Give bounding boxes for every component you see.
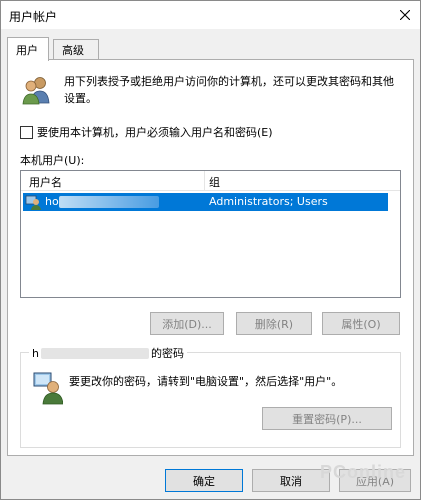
require-password-row[interactable]: 要使用本计算机，用户必须输入用户名和密码(E) — [20, 124, 273, 140]
user-accounts-dialog: 用户帐户 用户 高级 用下列表授予或拒绝用户访问你的计算机，还可以更改其密码和其… — [0, 0, 421, 500]
reset-password-button[interactable]: 重置密码(P)... — [262, 407, 392, 430]
users-icon — [22, 77, 50, 105]
redacted-blur — [58, 196, 159, 208]
password-group-legend: h 的密码 — [29, 345, 187, 361]
close-button[interactable] — [390, 1, 420, 29]
tab-advanced[interactable]: 高级 — [53, 39, 99, 59]
ok-button[interactable]: 确定 — [165, 469, 243, 492]
require-password-checkbox[interactable] — [20, 125, 33, 139]
list-header: 用户名 组 — [21, 171, 400, 191]
title-bar: 用户帐户 — [1, 1, 420, 29]
column-header-group[interactable]: 组 — [209, 174, 220, 190]
properties-button[interactable]: 属性(O) — [322, 312, 400, 335]
password-group: h 的密码 要更改你的密码，请转到"电脑设置"，然后选择"用户"。 重置密码(P… — [20, 345, 401, 448]
watermark: PConline — [319, 462, 406, 482]
user-account-icon — [25, 195, 41, 210]
add-user-button[interactable]: 添加(D)... — [150, 312, 224, 335]
users-tab-panel: 用下列表授予或拒绝用户访问你的计算机，还可以更改其密码和其他设置。 要使用本计算… — [7, 59, 414, 456]
close-icon — [400, 10, 410, 20]
remove-user-button[interactable]: 删除(R) — [236, 312, 312, 335]
tab-users[interactable]: 用户 — [7, 37, 49, 61]
column-divider[interactable] — [204, 171, 205, 191]
require-password-label: 要使用本计算机，用户必须输入用户名和密码(E) — [37, 126, 273, 139]
user-icon — [33, 372, 63, 405]
column-header-username[interactable]: 用户名 — [29, 174, 62, 190]
cancel-button[interactable]: 取消 — [252, 469, 330, 492]
window-title: 用户帐户 — [9, 10, 58, 24]
intro-text: 用下列表授予或拒绝用户访问你的计算机，还可以更改其密码和其他设置。 — [64, 75, 394, 105]
redacted-blur — [40, 347, 149, 359]
password-message: 要更改你的密码，请转到"电脑设置"，然后选择"用户"。 — [69, 375, 343, 388]
row-username: ho — [45, 195, 165, 208]
row-group: Administrators; Users — [209, 195, 328, 208]
table-row[interactable]: ho Administrators; Users — [23, 193, 388, 211]
local-users-label: 本机用户(U): — [20, 154, 85, 167]
local-users-list[interactable]: 用户名 组 ho Administrators; Users — [20, 170, 401, 298]
